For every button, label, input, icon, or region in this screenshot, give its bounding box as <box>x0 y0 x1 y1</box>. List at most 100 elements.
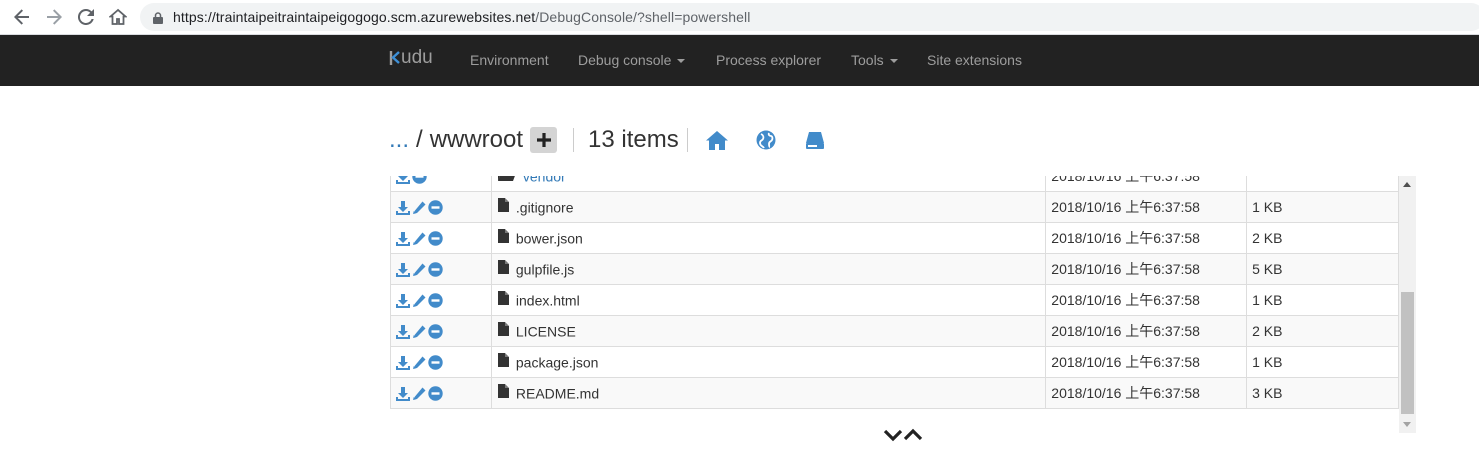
file-icon <box>497 259 509 277</box>
pencil-icon[interactable] <box>412 294 426 308</box>
nav-debug-console-label: Debug console <box>578 52 672 68</box>
table-row: vendor 2018/10/16 上午6:37:58 <box>390 176 1399 192</box>
file-size: 2 KB <box>1246 222 1399 254</box>
nav-tools[interactable]: Tools <box>851 52 898 68</box>
row-actions <box>390 315 492 347</box>
modified-date: 2018/10/16 上午6:37:58 <box>1045 346 1248 378</box>
lock-icon <box>153 11 163 29</box>
vertical-scrollbar[interactable] <box>1399 176 1416 433</box>
scroll-down-arrow-icon[interactable] <box>1403 422 1411 427</box>
pencil-icon[interactable] <box>412 356 426 370</box>
chevron-up-icon[interactable] <box>903 428 923 442</box>
folder-icon <box>497 176 516 184</box>
back-arrow-icon[interactable] <box>11 6 33 28</box>
file-name: gulpfile.js <box>515 261 575 278</box>
file-name-cell: index.html <box>490 284 1047 316</box>
file-name-cell: gulpfile.js <box>490 253 1047 285</box>
file-name-cell: README.md <box>490 377 1047 409</box>
modified-date: 2018/10/16 上午6:37:58 <box>1045 176 1248 192</box>
home-icon[interactable] <box>107 6 129 28</box>
download-icon[interactable] <box>396 262 410 277</box>
url-host: https://traintaipeitraintaipeigogogo.scm… <box>173 9 536 25</box>
file-name-cell: vendor <box>490 176 1047 192</box>
file-icon <box>497 228 509 246</box>
file-name: bower.json <box>515 230 583 247</box>
reload-icon[interactable] <box>75 6 97 28</box>
file-icon <box>497 352 509 370</box>
resize-handle[interactable] <box>883 428 923 442</box>
row-actions <box>390 346 492 378</box>
breadcrumb: ... / wwwroot 13 items <box>389 124 853 156</box>
table-row: README.md 2018/10/16 上午6:37:58 3 KB <box>390 377 1399 409</box>
table-row: index.html 2018/10/16 上午6:37:58 1 KB <box>390 284 1399 316</box>
file-name: package.json <box>515 354 599 371</box>
pencil-icon[interactable] <box>412 263 426 277</box>
download-icon[interactable] <box>396 293 410 308</box>
nav-site-extensions-label: Site extensions <box>927 52 1022 68</box>
chevron-down-icon[interactable] <box>883 428 903 442</box>
row-actions <box>390 377 492 409</box>
nav-process-explorer-label: Process explorer <box>716 52 822 68</box>
table-row: gulpfile.js 2018/10/16 上午6:37:58 5 KB <box>390 253 1399 285</box>
file-size: 1 KB <box>1246 346 1399 378</box>
delete-icon[interactable] <box>428 355 443 371</box>
pencil-icon[interactable] <box>412 325 426 339</box>
file-name-cell: package.json <box>490 346 1047 378</box>
hdd-icon[interactable] <box>804 129 826 151</box>
nav-tools-label: Tools <box>851 52 884 68</box>
delete-icon[interactable] <box>428 231 443 247</box>
nav-environment[interactable]: Environment <box>470 52 549 68</box>
kudu-brand[interactable]: udu <box>389 47 433 69</box>
delete-icon[interactable] <box>428 262 443 278</box>
nav-environment-label: Environment <box>470 52 549 68</box>
kudu-brand-text: udu <box>401 47 433 68</box>
file-name: LICENSE <box>515 323 576 340</box>
delete-icon[interactable] <box>428 324 443 340</box>
scroll-thumb[interactable] <box>1401 292 1414 414</box>
file-icon <box>497 321 509 339</box>
forward-arrow-icon[interactable] <box>43 6 65 28</box>
download-icon[interactable] <box>396 386 410 401</box>
pencil-icon[interactable] <box>412 387 426 401</box>
row-actions <box>390 176 492 192</box>
file-table: vendor 2018/10/16 上午6:37:58 .gitignore 2018… <box>390 176 1399 409</box>
download-icon[interactable] <box>396 231 410 246</box>
download-icon[interactable] <box>396 324 410 339</box>
delete-icon[interactable] <box>428 386 443 402</box>
delete-icon[interactable] <box>428 200 443 216</box>
delete-icon[interactable] <box>412 176 427 185</box>
caret-down-icon <box>889 59 898 64</box>
row-actions <box>390 284 492 316</box>
row-actions <box>390 191 492 223</box>
home-icon[interactable] <box>705 129 728 151</box>
file-name-cell: LICENSE <box>490 315 1047 347</box>
nav-site-extensions[interactable]: Site extensions <box>927 52 1022 68</box>
download-icon[interactable] <box>396 176 410 184</box>
pencil-icon[interactable] <box>412 201 426 215</box>
breadcrumb-parent-link[interactable]: ... <box>389 126 409 154</box>
download-icon[interactable] <box>396 200 410 215</box>
breadcrumb-divider <box>686 128 688 152</box>
table-row: bower.json 2018/10/16 上午6:37:58 2 KB <box>390 222 1399 254</box>
delete-icon[interactable] <box>428 293 443 309</box>
new-item-button[interactable] <box>530 127 558 153</box>
address-bar[interactable]: https://traintaipeitraintaipeigogogo.scm… <box>140 3 1479 31</box>
pencil-icon[interactable] <box>412 232 426 246</box>
file-icon <box>497 290 509 308</box>
download-icon[interactable] <box>396 355 410 370</box>
file-size: 1 KB <box>1246 191 1399 223</box>
nav-process-explorer[interactable]: Process explorer <box>716 52 821 68</box>
file-icon <box>497 197 509 215</box>
modified-date: 2018/10/16 上午6:37:58 <box>1045 315 1248 347</box>
table-row: package.json 2018/10/16 上午6:37:58 1 KB <box>390 346 1399 378</box>
folder-link[interactable]: vendor <box>523 176 566 185</box>
file-name-cell: .gitignore <box>490 191 1047 223</box>
globe-icon[interactable] <box>755 129 777 151</box>
file-name: index.html <box>515 292 580 309</box>
file-size: 3 KB <box>1246 377 1399 409</box>
scroll-up-arrow-icon[interactable] <box>1403 182 1411 187</box>
nav-debug-console[interactable]: Debug console <box>578 52 686 68</box>
row-actions <box>390 222 492 254</box>
modified-date: 2018/10/16 上午6:37:58 <box>1045 377 1248 409</box>
caret-down-icon <box>677 59 686 64</box>
